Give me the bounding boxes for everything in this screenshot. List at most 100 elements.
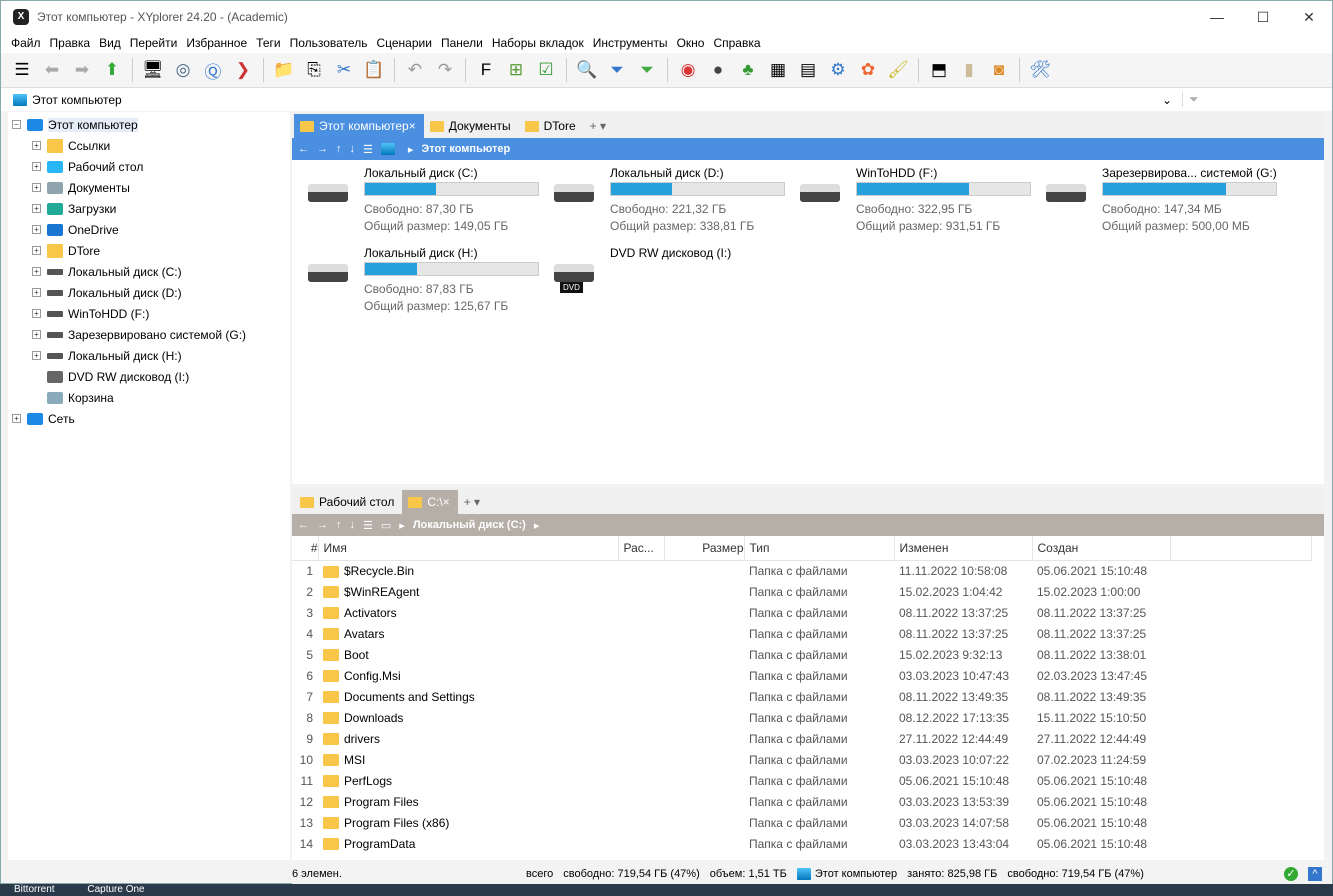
column-header[interactable]: Рас... <box>618 536 665 561</box>
filter-green-icon[interactable]: ⏷ <box>634 57 660 83</box>
cut-icon[interactable]: ✂ <box>331 57 357 83</box>
table-row[interactable]: 10 MSI Папка с файлами 03.03.2023 10:07:22 0… <box>292 749 1312 770</box>
tree-icon[interactable]: ⊞ <box>503 57 529 83</box>
table-row[interactable]: 11 PerfLogs Папка с файлами 05.06.2021 15:1… <box>292 770 1312 791</box>
expand-toggle-icon[interactable]: + <box>32 267 41 276</box>
tree-node[interactable]: + WinToHDD (F:) <box>8 303 290 324</box>
table-row[interactable]: 14 ProgramData Папка с файлами 03.03.2023 1… <box>292 833 1312 854</box>
down-icon[interactable]: ↓ <box>350 143 356 155</box>
filter-icon[interactable]: ⏷ <box>604 57 630 83</box>
new-tab-button[interactable]: + ▾ <box>584 114 614 138</box>
checkbox-icon[interactable]: ☑ <box>533 57 559 83</box>
tree-view-icon[interactable]: ♣ <box>735 57 761 83</box>
copy-icon[interactable]: ⎘ <box>301 57 327 83</box>
search-icon[interactable]: 🔍 <box>574 57 600 83</box>
expand-toggle-icon[interactable]: + <box>32 330 41 339</box>
tab[interactable]: Рабочий стол <box>294 490 402 514</box>
folder-tree[interactable]: − Этот компьютер + Ссылки + Рабочий стол + Доку… <box>8 112 290 860</box>
tree-node[interactable]: − Этот компьютер <box>8 114 290 135</box>
grid-icon[interactable]: ▦ <box>765 57 791 83</box>
menu-icon[interactable]: ☰ <box>363 519 373 532</box>
filter-box-icon[interactable]: ⏷ <box>1182 92 1332 107</box>
forward-icon[interactable]: ➡ <box>69 57 95 83</box>
breadcrumb-item[interactable]: Локальный диск (C:) <box>413 519 526 531</box>
back-icon[interactable]: ⬅ <box>39 57 65 83</box>
expand-toggle-icon[interactable]: + <box>12 414 21 423</box>
tree-node[interactable]: + Локальный диск (D:) <box>8 282 290 303</box>
tree-node[interactable]: + DTore <box>8 240 290 261</box>
tools-icon[interactable]: 🛠 <box>1027 57 1053 83</box>
up-icon[interactable]: ↑ <box>336 143 342 155</box>
table-row[interactable]: 4 Avatars Папка с файлами 08.11.2022 13:37:… <box>292 623 1312 644</box>
expand-toggle-icon[interactable]: + <box>32 288 41 297</box>
menu-item[interactable]: Справка <box>713 36 760 50</box>
stop-icon[interactable]: ◙ <box>986 57 1012 83</box>
drive-item[interactable]: Локальный диск (H:) Свободно: 87,83 ГБ Общ… <box>300 246 540 326</box>
expand-toggle-icon[interactable]: + <box>32 351 41 360</box>
table-row[interactable]: 5 Boot Папка с файлами 15.02.2023 9:32:13 08… <box>292 644 1312 665</box>
paste-icon[interactable]: 📋 <box>361 57 387 83</box>
expand-toggle-icon[interactable]: + <box>32 204 41 213</box>
tab[interactable]: Документы <box>424 114 519 138</box>
goto-icon[interactable]: ❯ <box>230 57 256 83</box>
forward-icon[interactable]: → <box>317 143 328 155</box>
drive-item[interactable]: WinToHDD (F:) Свободно: 322,95 ГБ Общий ра… <box>792 166 1032 246</box>
column-header[interactable]: Тип <box>744 536 895 561</box>
taskbar-item[interactable]: Bittorrent <box>14 884 55 895</box>
tree-node[interactable]: + Локальный диск (H:) <box>8 345 290 366</box>
settings-badge-icon[interactable]: ⚙ <box>825 57 851 83</box>
expand-toggle-icon[interactable]: + <box>32 309 41 318</box>
table-row[interactable]: 6 Config.Msi Папка с файлами 03.03.2023 10:… <box>292 665 1312 686</box>
column-header[interactable]: Создан <box>1032 536 1171 561</box>
maximize-button[interactable]: ☐ <box>1240 9 1286 26</box>
panel-icon[interactable]: ▮ <box>956 57 982 83</box>
breadcrumb-item[interactable]: Этот компьютер <box>421 143 510 155</box>
tree-node[interactable]: + Локальный диск (C:) <box>8 261 290 282</box>
tree-node[interactable]: DVD RW дисковод (I:) <box>8 366 290 387</box>
back-icon[interactable]: ← <box>298 143 309 155</box>
menu-item[interactable]: Перейти <box>130 36 178 50</box>
column-header[interactable]: Размер <box>664 536 745 561</box>
table-row[interactable]: 13 Program Files (x86) Папка с файлами 03.0… <box>292 812 1312 833</box>
menu-item[interactable]: Сценарии <box>376 36 431 50</box>
forward-icon[interactable]: → <box>317 519 328 531</box>
spiral-icon[interactable]: ◉ <box>675 57 701 83</box>
new-tab-button[interactable]: + ▾ <box>458 490 488 514</box>
drive-item[interactable]: Зарезервирова... системой (G:) Свободно: … <box>1038 166 1278 246</box>
tab[interactable]: DTore <box>519 114 584 138</box>
tree-node[interactable]: + Зарезервировано системой (G:) <box>8 324 290 345</box>
drive-item[interactable]: Локальный диск (D:) Свободно: 221,32 ГБ Об… <box>546 166 786 246</box>
expand-toggle-icon[interactable]: + <box>32 246 41 255</box>
tree-node[interactable]: + OneDrive <box>8 219 290 240</box>
menu-item[interactable]: Правка <box>50 36 91 50</box>
table-row[interactable]: 3 Activators Папка с файлами 08.11.2022 13:… <box>292 602 1312 623</box>
tab-close-icon[interactable]: × <box>443 495 450 509</box>
column-header[interactable]: # <box>292 536 319 561</box>
down-icon[interactable]: ↓ <box>350 519 356 531</box>
tree-node[interactable]: + Документы <box>8 177 290 198</box>
redo-icon[interactable]: ↷ <box>432 57 458 83</box>
up-icon[interactable]: ⬆ <box>99 57 125 83</box>
table-row[interactable]: 9 drivers Папка с файлами 27.11.2022 12:44:… <box>292 728 1312 749</box>
column-header[interactable]: Имя <box>318 536 619 561</box>
undo-icon[interactable]: ↶ <box>402 57 428 83</box>
expand-toggle-icon[interactable]: + <box>32 162 41 171</box>
expand-toggle-icon[interactable]: − <box>12 120 21 129</box>
tree-node[interactable]: + Загрузки <box>8 198 290 219</box>
menu-item[interactable]: Окно <box>677 36 705 50</box>
tab-close-icon[interactable]: × <box>409 119 416 133</box>
table-row[interactable]: 12 Program Files Папка с файлами 03.03.2023… <box>292 791 1312 812</box>
close-button[interactable]: ✕ <box>1286 9 1332 26</box>
tree-node[interactable]: Корзина <box>8 387 290 408</box>
menu-item[interactable]: Вид <box>99 36 121 50</box>
tab[interactable]: C:\ × <box>402 490 458 514</box>
drive-item[interactable]: DVD DVD RW дисковод (I:) <box>546 246 786 326</box>
menu-item[interactable]: Наборы вкладок <box>492 36 584 50</box>
new-folder-icon[interactable]: 📁 <box>271 57 297 83</box>
expand-up-icon[interactable]: ^ <box>1308 867 1322 881</box>
tree-node[interactable]: + Ссылки <box>8 135 290 156</box>
tree-node[interactable]: + Сеть <box>8 408 290 429</box>
colors-icon[interactable]: ✿ <box>855 57 881 83</box>
columns-icon[interactable]: ▤ <box>795 57 821 83</box>
menu-item[interactable]: Избранное <box>186 36 247 50</box>
